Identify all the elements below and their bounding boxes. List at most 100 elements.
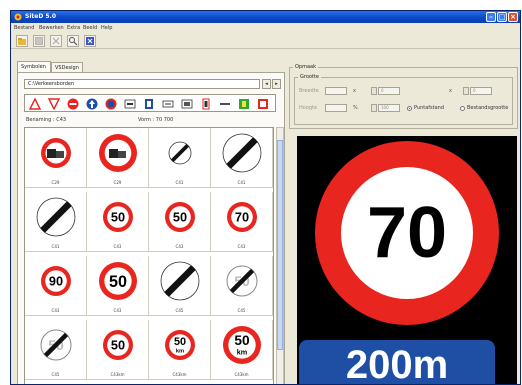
red-sign-icon[interactable] bbox=[257, 98, 269, 110]
bus-sign-icon[interactable] bbox=[181, 98, 193, 110]
menu-bewerken[interactable]: Bewerken bbox=[39, 25, 64, 31]
sign-cell[interactable]: 50 C43km bbox=[87, 320, 149, 380]
sign-cell[interactable]: C29 bbox=[87, 128, 149, 188]
sign-cell[interactable]: 50 C43 bbox=[87, 192, 149, 252]
zoom-button[interactable] bbox=[67, 35, 79, 47]
svg-text:50: 50 bbox=[111, 338, 125, 353]
traffic-light-icon[interactable] bbox=[200, 98, 212, 110]
blue-circle-icon[interactable] bbox=[105, 98, 117, 110]
delete-button[interactable] bbox=[50, 35, 62, 47]
sign-icon: 50 bbox=[99, 262, 137, 300]
sign-caption: C43 bbox=[113, 308, 122, 313]
svg-text:50: 50 bbox=[173, 210, 187, 225]
rectangle-sign-icon[interactable] bbox=[124, 98, 136, 110]
svg-text:70: 70 bbox=[235, 210, 249, 225]
sign-caption: C41 bbox=[175, 180, 184, 185]
svg-text:50: 50 bbox=[109, 273, 127, 291]
properties-panel: Opmaak Grootte Breedte x 0 x 0 Hoogte % … bbox=[289, 62, 518, 385]
open-button[interactable] bbox=[16, 35, 28, 47]
width-label: Breedte bbox=[299, 88, 319, 94]
close-button[interactable]: × bbox=[508, 12, 518, 22]
sign-cell[interactable]: C45 bbox=[149, 256, 211, 316]
direction-sign-icon[interactable] bbox=[162, 98, 174, 110]
sign-icon: 50 bbox=[103, 330, 133, 360]
width-spin[interactable] bbox=[371, 87, 377, 95]
save-button[interactable] bbox=[33, 35, 45, 47]
green-sign-icon[interactable] bbox=[238, 98, 250, 110]
percent-spin[interactable] bbox=[371, 104, 377, 112]
line-icon[interactable] bbox=[219, 98, 231, 110]
folder-path-field[interactable]: C:\Verkeersborden bbox=[24, 79, 260, 89]
maximize-button[interactable]: □ bbox=[497, 12, 507, 22]
title-bar: SiteD 5.0 – □ × bbox=[11, 11, 520, 23]
height-spin[interactable] bbox=[463, 87, 469, 95]
sign-caption: C45 bbox=[237, 308, 246, 313]
sign-cell[interactable]: 50 C43 bbox=[149, 192, 211, 252]
settings-icon bbox=[86, 37, 94, 45]
sign-cell[interactable]: C41 bbox=[211, 128, 273, 188]
minimize-button[interactable]: – bbox=[486, 12, 496, 22]
no-entry-icon[interactable] bbox=[67, 98, 79, 110]
sign-icon: 90 bbox=[41, 266, 71, 296]
tab-symbolen[interactable]: Symbolen bbox=[17, 61, 51, 72]
format-label: Vorm : 70 700 bbox=[138, 117, 174, 123]
sign-cell[interactable]: 70 C43 bbox=[211, 192, 273, 252]
scrollbar-thumb[interactable] bbox=[277, 140, 283, 350]
percent-input[interactable]: 100 bbox=[378, 104, 400, 112]
radio-puntafstand[interactable] bbox=[407, 106, 412, 111]
width-value-input[interactable]: 0 bbox=[378, 87, 400, 95]
sign-icon: 50km bbox=[165, 330, 195, 360]
radio-bestandsgrootte[interactable] bbox=[460, 106, 465, 111]
height-input[interactable] bbox=[325, 104, 347, 112]
sign-preview: 70 200m bbox=[297, 136, 517, 385]
sign-grid-scrollbar[interactable] bbox=[276, 127, 284, 384]
app-icon bbox=[14, 13, 22, 21]
yield-triangle-icon[interactable] bbox=[48, 98, 60, 110]
sign-icon bbox=[160, 261, 200, 301]
sign-icon: 50 bbox=[103, 202, 133, 232]
sign-cell[interactable]: 50 km C43km bbox=[149, 320, 211, 380]
sign-cell[interactable]: C41 bbox=[25, 192, 87, 252]
app-window: SiteD 5.0 – □ × Bestand Bewerken Extra B… bbox=[10, 10, 521, 385]
window-title: SiteD 5.0 bbox=[25, 13, 57, 20]
size-group: Grootte Breedte x 0 x 0 Hoogte % 100 Pun… bbox=[294, 74, 513, 125]
sign-icon bbox=[99, 134, 137, 172]
menu-bestand[interactable]: Bestand bbox=[14, 25, 34, 31]
format-group-label: Opmaak bbox=[293, 64, 319, 70]
height-label: Hoogte bbox=[299, 105, 318, 111]
width-input[interactable] bbox=[325, 87, 347, 95]
warning-triangle-icon[interactable] bbox=[29, 98, 41, 110]
sign-cell[interactable]: 50 C45 bbox=[211, 256, 273, 316]
nav-back-button[interactable]: ◂ bbox=[262, 79, 271, 89]
preview-speed-text: 70 bbox=[367, 193, 447, 273]
menu-extra[interactable]: Extra bbox=[67, 25, 80, 31]
sign-cell[interactable]: 50 km C43km bbox=[211, 320, 273, 380]
category-bar bbox=[24, 94, 276, 112]
svg-text:50: 50 bbox=[174, 336, 186, 348]
sign-cell[interactable]: C41 bbox=[149, 128, 211, 188]
sign-cell[interactable]: 50 C43 bbox=[87, 256, 149, 316]
menu-beeld[interactable]: Beeld bbox=[83, 25, 97, 31]
parking-sign-icon[interactable] bbox=[143, 98, 155, 110]
sign-icon: 50 bbox=[165, 202, 195, 232]
svg-text:km: km bbox=[176, 349, 184, 355]
tab-vsdesign[interactable]: VSDesign bbox=[51, 62, 83, 72]
nav-forward-button[interactable]: ▸ bbox=[272, 79, 281, 89]
sign-cell[interactable]: 50 C45 bbox=[25, 320, 87, 380]
sign-cell[interactable]: 90 C43 bbox=[25, 256, 87, 316]
sign-icon: 50 bbox=[226, 265, 258, 297]
sign-icon: 50km bbox=[223, 326, 261, 364]
sign-icon bbox=[168, 141, 192, 165]
settings-button[interactable] bbox=[84, 35, 96, 47]
sign-cell[interactable]: C29 bbox=[25, 128, 87, 188]
height-value-input[interactable]: 0 bbox=[470, 87, 492, 95]
svg-text:km: km bbox=[237, 348, 247, 357]
open-icon bbox=[18, 38, 26, 45]
naming-label: Benaming : C43 bbox=[26, 117, 67, 123]
menu-help[interactable]: Help bbox=[101, 25, 112, 31]
save-icon bbox=[35, 37, 43, 45]
mandatory-arrow-icon[interactable] bbox=[86, 98, 98, 110]
preview-svg: 70 200m bbox=[299, 141, 499, 385]
sign-caption: C43km bbox=[172, 372, 187, 377]
preview-distance-text: 200m bbox=[346, 343, 448, 385]
